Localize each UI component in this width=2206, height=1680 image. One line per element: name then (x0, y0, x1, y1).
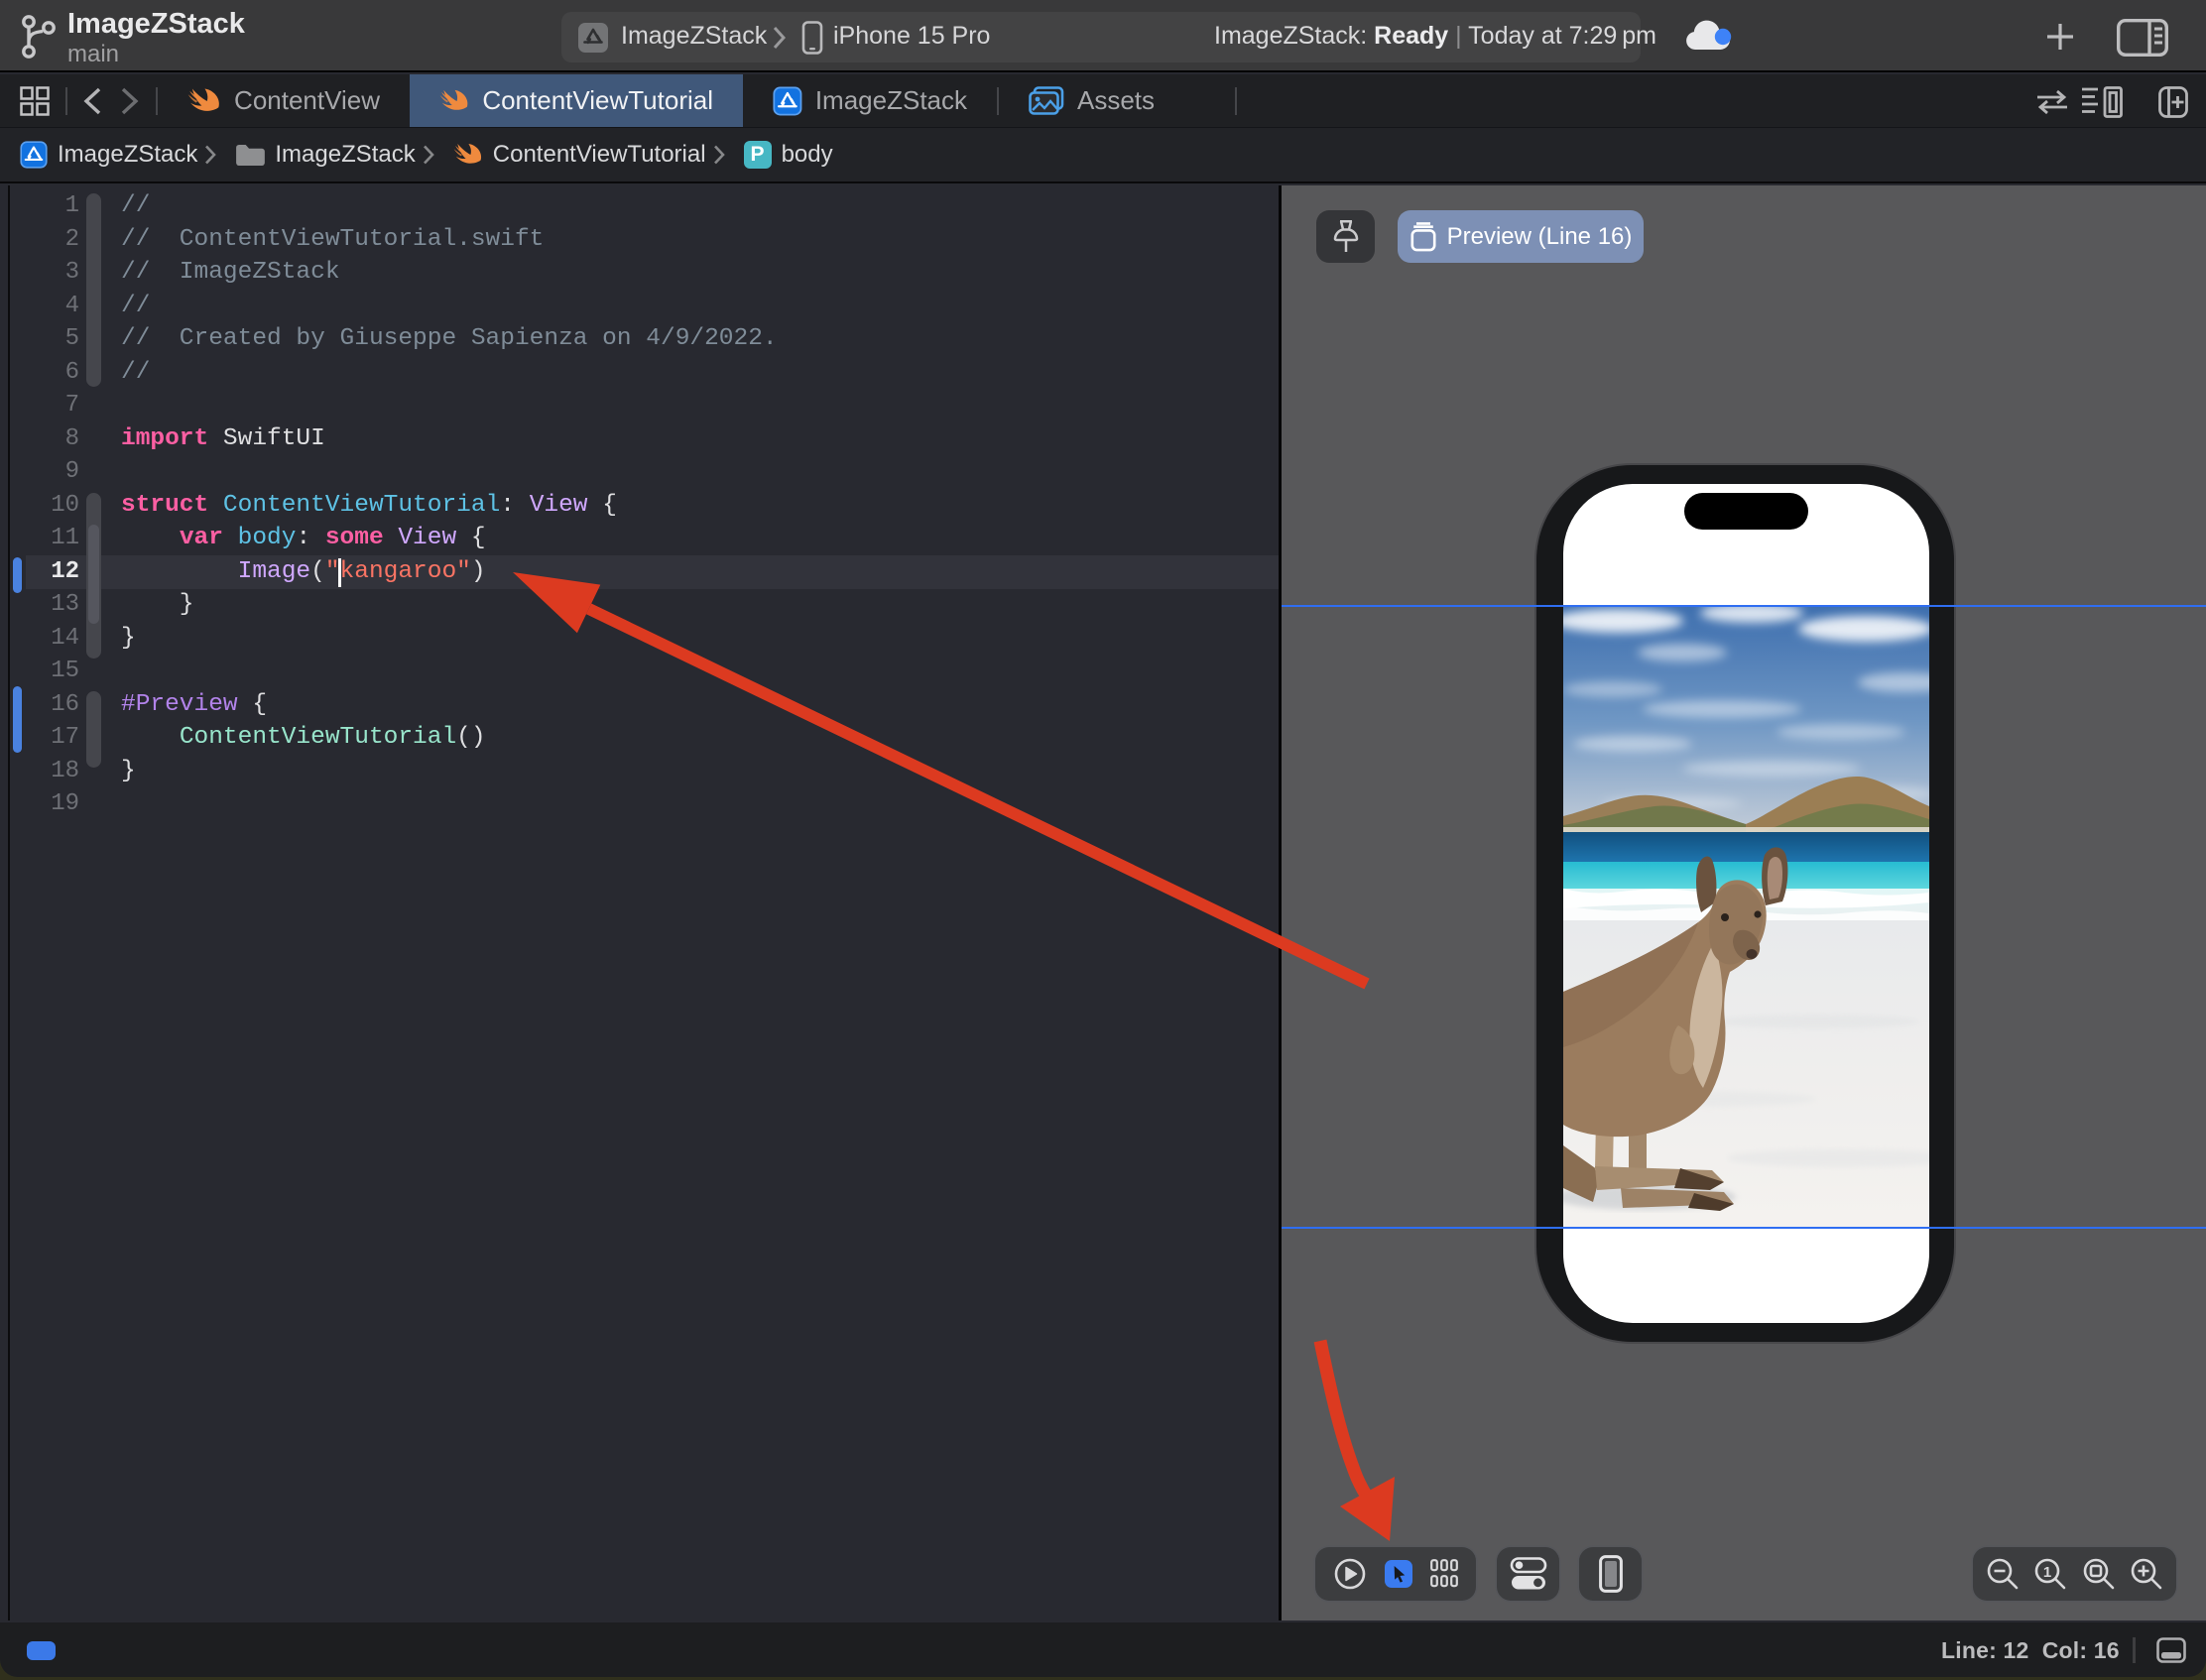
svg-text:1: 1 (2043, 1564, 2051, 1581)
